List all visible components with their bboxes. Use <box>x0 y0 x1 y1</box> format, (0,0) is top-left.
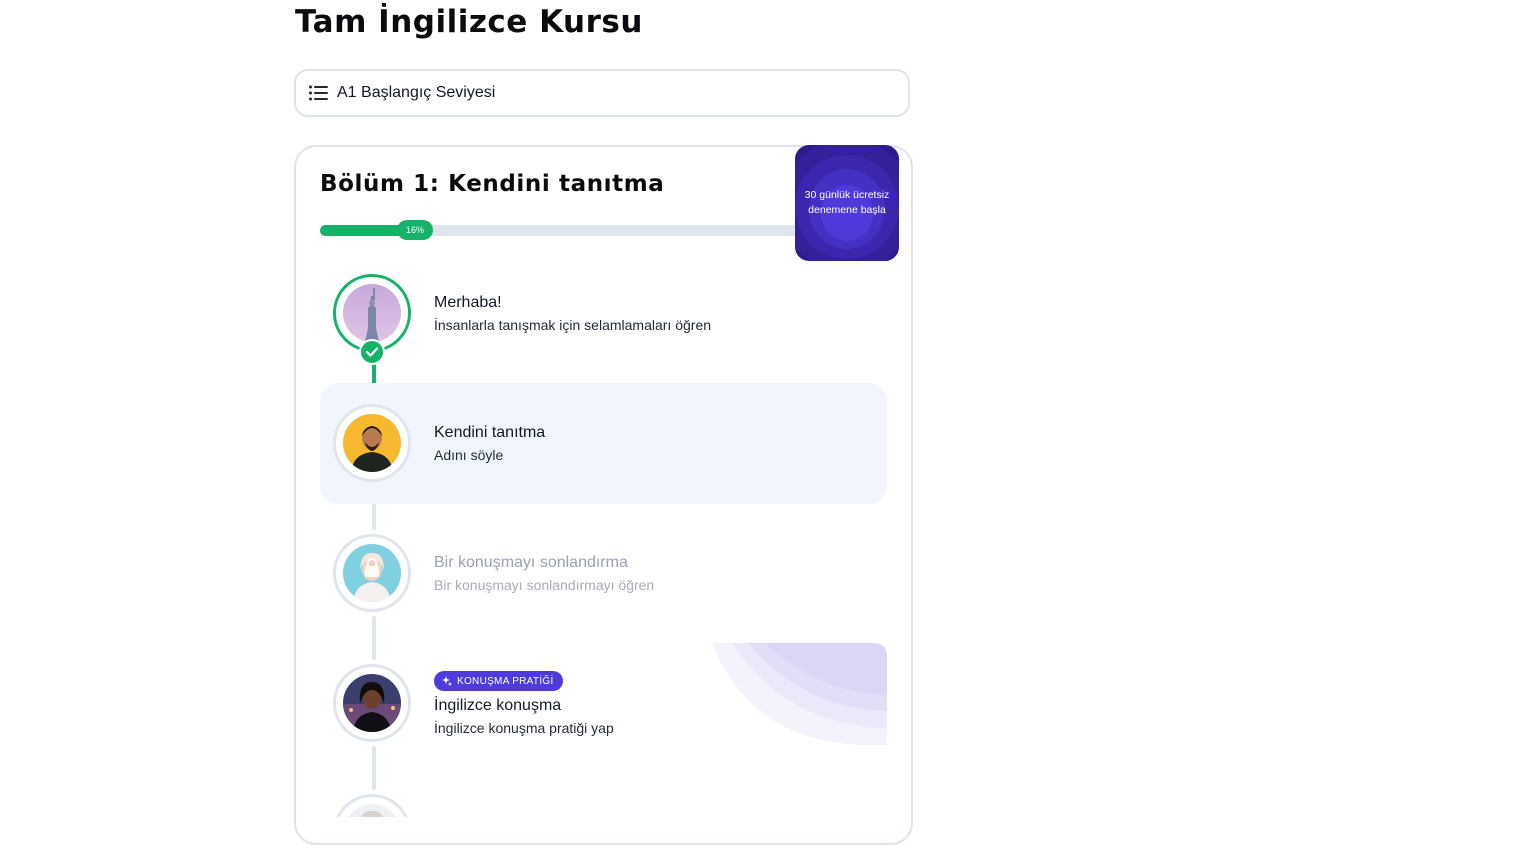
lesson-title: İngilizce konuşma <box>434 697 562 714</box>
lesson-avatar <box>333 404 411 482</box>
lesson-subtitle: İngilizce konuşma pratiği yap <box>434 720 614 736</box>
speaking-practice-tag: KONUŞMA PRATİĞİ <box>434 671 563 691</box>
section-progress-bar: 16% <box>320 220 800 240</box>
free-trial-badge[interactable]: 30 günlük ücretsiz denemene başla <box>795 145 899 261</box>
level-selector[interactable]: A1 Başlangıç Seviyesi <box>294 69 910 117</box>
lesson-title: Merhaba! <box>434 294 502 311</box>
lesson-avatar <box>333 664 411 742</box>
lesson-avatar <box>333 534 411 612</box>
lesson-item-ingilizce-konusma[interactable]: KONUŞMA PRATİĞİ İngilizce konuşma İngili… <box>320 643 887 764</box>
completed-check-icon <box>359 339 385 365</box>
lesson-item-next[interactable] <box>320 773 887 817</box>
free-trial-text: 30 günlük ücretsiz denemene başla <box>804 189 890 216</box>
sparkle-icon <box>442 676 452 686</box>
smiling-man-image <box>343 414 401 472</box>
page-title: Tam İngilizce Kursu <box>295 4 643 40</box>
lesson-avatar <box>333 794 411 817</box>
lesson-subtitle: Bir konuşmayı sonlandırmayı öğren <box>434 577 655 593</box>
woman-city-night-image <box>343 674 401 732</box>
lesson-item-bir-konusmayi-sonlandirma[interactable]: Bir konuşmayı sonlandırma Bir konuşmayı … <box>320 513 887 634</box>
lesson-title: Kendini tanıtma <box>434 424 546 441</box>
speaking-practice-tag-label: KONUŞMA PRATİĞİ <box>457 675 554 687</box>
statue-of-liberty-image <box>343 284 401 342</box>
level-selector-label: A1 Başlangıç Seviyesi <box>337 84 496 101</box>
lesson-image <box>343 804 401 817</box>
list-icon <box>309 85 328 101</box>
section-progress-label: 16% <box>397 220 433 240</box>
lesson-item-kendini-tanitma[interactable]: Kendini tanıtma Adını söyle <box>320 383 887 504</box>
section-title: Bölüm 1: Kendini tanıtma <box>320 171 665 197</box>
waving-woman-image <box>343 544 401 602</box>
lesson-item-merhaba[interactable]: Merhaba! İnsanlarla tanışmak için selaml… <box>320 253 887 374</box>
lesson-title: Bir konuşmayı sonlandırma <box>434 554 628 571</box>
lesson-subtitle: İnsanlarla tanışmak için selamlamaları ö… <box>434 317 712 333</box>
lesson-subtitle: Adını söyle <box>434 447 504 463</box>
